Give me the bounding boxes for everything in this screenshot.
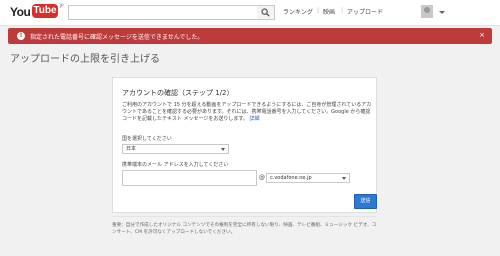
error-alert: ! 指定された電話番号に確認メッセージを送信できませんでした。 ×: [8, 28, 492, 44]
email-field[interactable]: [122, 170, 257, 186]
send-button[interactable]: 送信: [354, 194, 377, 209]
nav-movies[interactable]: 映画: [323, 7, 335, 16]
verification-card: アカウントの確認（ステップ 1/2） ご利用のアカウントで 15 分を超える動画…: [112, 77, 377, 213]
divider: [112, 216, 377, 217]
chevron-down-icon[interactable]: [439, 11, 445, 14]
search-button[interactable]: [257, 5, 275, 20]
youtube-logo[interactable]: You Tube JP: [10, 3, 64, 20]
domain-select-value: c.vodafone.ne.jp: [270, 175, 312, 181]
footer-note: 重要：自分で作成したオリジナル コンテンツでその権利を完全に所有しない限り、映画…: [112, 223, 377, 235]
nav-ranking[interactable]: ランキング: [283, 7, 313, 16]
at-sign: @: [259, 174, 265, 181]
alert-message: 指定された電話番号に確認メッセージを送信できませんでした。: [30, 34, 204, 41]
logo-tube-text: Tube: [32, 4, 58, 18]
details-link[interactable]: 詳細: [249, 116, 259, 122]
search-input[interactable]: [68, 5, 258, 20]
domain-select[interactable]: c.vodafone.ne.jp: [266, 173, 350, 183]
close-icon[interactable]: ×: [479, 31, 485, 39]
description-text: ご利用のアカウントで 15 分を超える動画をアップロードできるようにするには、ご…: [122, 102, 372, 122]
nav-upload[interactable]: アップロード: [347, 7, 383, 16]
avatar[interactable]: [421, 5, 433, 18]
card-description: ご利用のアカウントで 15 分を超える動画をアップロードできるようにするには、ご…: [122, 102, 372, 123]
chevron-down-icon: [342, 177, 346, 180]
search-icon: [261, 8, 270, 17]
email-label: 携帯端末のメール アドレスを入力してください: [122, 162, 229, 168]
chevron-down-icon: [221, 148, 225, 151]
card-title: アカウントの確認（ステップ 1/2）: [122, 89, 234, 97]
country-select[interactable]: 日本: [122, 144, 229, 154]
alert-icon: !: [17, 32, 25, 40]
page-title: アップロードの上限を引き上げる: [10, 54, 160, 65]
country-select-value: 日本: [126, 146, 137, 152]
top-bar: You Tube JP ランキング | 映画 | アップロード: [0, 0, 500, 26]
logo-you-text: You: [10, 5, 31, 19]
nav-separator: |: [317, 7, 320, 14]
logo-region-text: JP: [60, 3, 64, 8]
country-label: 国を選択してください: [122, 136, 172, 142]
nav-separator: |: [341, 7, 344, 14]
